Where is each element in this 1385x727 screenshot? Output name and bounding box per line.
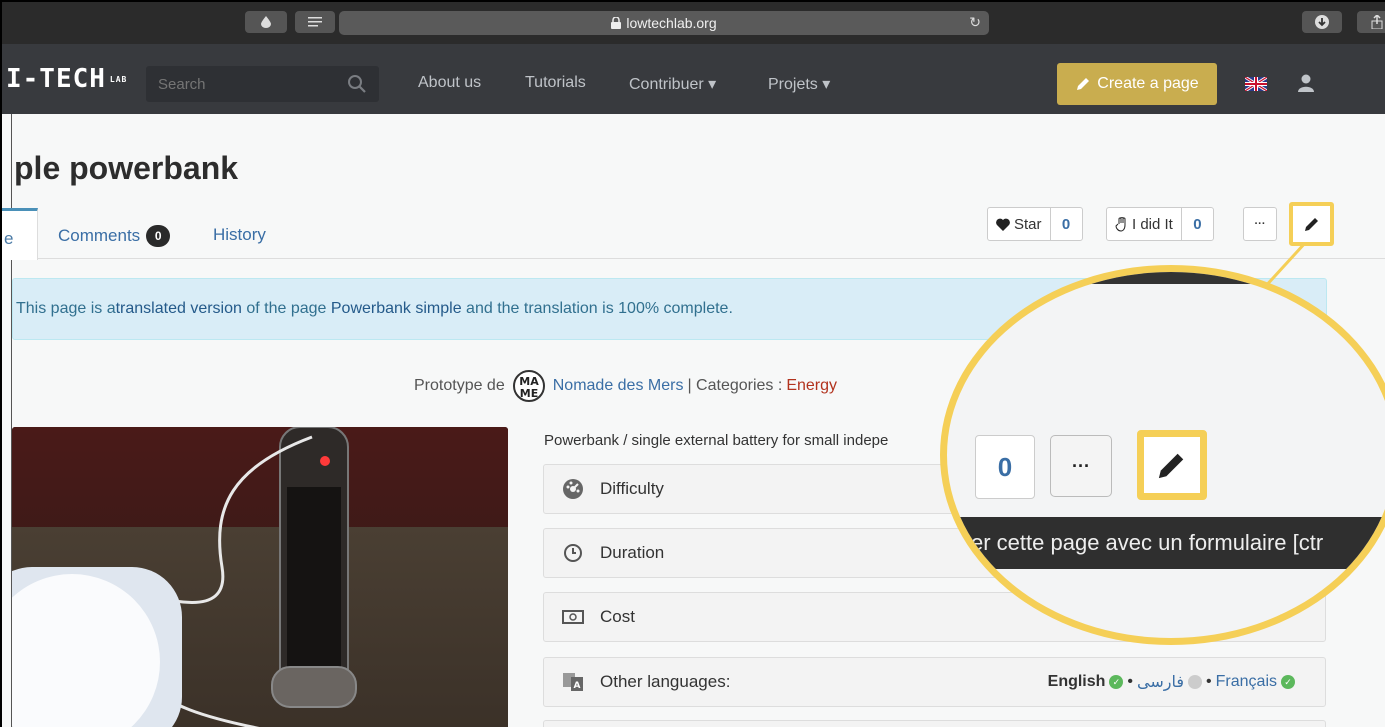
nav-projets[interactable]: Projets ▾ [768,74,830,94]
svg-text:A: A [574,681,581,691]
language-english: English [1047,673,1106,690]
star-button[interactable]: Star 0 [987,207,1083,241]
nav-contribuer[interactable]: Contribuer ▾ [629,74,716,94]
url-text: lowtechlab.org [626,15,717,31]
author-link[interactable]: Nomade des Mers [553,377,684,395]
nomade-des-mers-logo: MA ME [512,370,545,402]
tab-page[interactable]: e [2,208,38,260]
address-bar[interactable]: lowtechlab.org ↻ [339,11,989,35]
privacy-icon[interactable] [245,11,287,33]
pencil-icon [1158,453,1184,479]
prototype-info: Prototype de MA ME Nomade des Mers | Cat… [414,370,837,402]
pencil-icon [1077,78,1090,90]
uk-flag-icon[interactable] [1245,77,1267,91]
reader-icon[interactable] [295,11,335,33]
translate-icon: A [563,673,583,691]
incomplete-dot-icon [1188,675,1203,689]
other-languages-row: A Other languages: English ✓ • فارسی • F… [543,657,1326,707]
heart-icon [996,218,1010,231]
search-icon[interactable] [347,74,367,94]
next-info-row [543,720,1326,727]
nav-about-us[interactable]: About us [418,74,481,92]
browser-toolbar: lowtechlab.org ↻ [2,2,1385,44]
site-logo[interactable]: I-TECH LAB [6,64,127,94]
download-icon[interactable] [1302,11,1342,33]
description-text: Powerbank / single external battery for … [544,432,889,449]
zoom-cost-suffix: (€) [1277,612,1299,632]
category-link[interactable]: Energy [786,377,837,395]
svg-text:ME: ME [520,387,538,400]
check-icon: ✓ [1281,675,1295,689]
reload-icon[interactable]: ↻ [969,14,981,31]
language-farsi-link[interactable]: فارسی [1137,672,1184,692]
edit-page-button[interactable] [1289,202,1334,246]
translated-version-link[interactable]: translated version [116,300,242,318]
user-icon[interactable] [1298,74,1314,92]
site-navbar: I-TECHLAB About us Tutorials Contribuer … [2,44,1385,114]
clock-icon [564,544,582,562]
star-count: 0 [1049,208,1082,240]
money-icon [562,610,584,624]
search-input[interactable] [146,66,379,102]
i-did-it-button[interactable]: I did It 0 [1106,207,1214,241]
language-french-link[interactable]: Français [1216,673,1277,691]
tab-comments[interactable]: Comments 0 [58,225,171,247]
lock-icon [611,17,622,29]
dashboard-icon [563,479,583,499]
powerbank-simple-link[interactable]: Powerbank simple [331,300,462,318]
nav-tutorials[interactable]: Tutorials [525,74,586,92]
edit-tooltip: er cette page avec un formulaire [ctr [947,517,1385,569]
more-button[interactable]: ··· [1243,207,1277,241]
zoom-magnifier: 0 ··· er cette page avec un formulaire [… [940,265,1385,645]
did-it-count: 0 [1180,208,1213,240]
create-page-button[interactable]: Create a page [1057,63,1217,105]
share-icon[interactable] [1357,11,1385,33]
zoom-edit-button[interactable] [1137,430,1207,500]
comments-count-badge: 0 [146,225,171,247]
powerbank-photo [12,427,508,727]
tab-history[interactable]: History [213,225,266,245]
check-icon: ✓ [1109,675,1124,689]
hand-icon [1115,216,1126,232]
tabs-divider [12,258,1385,259]
zoom-did-it-count: 0 [975,435,1035,499]
zoom-more-button[interactable]: ··· [1050,435,1112,497]
language-list: English ✓ • فارسی • Français ✓ [1048,672,1295,692]
page-title: ple powerbank [14,150,239,186]
pencil-icon [1304,218,1318,231]
